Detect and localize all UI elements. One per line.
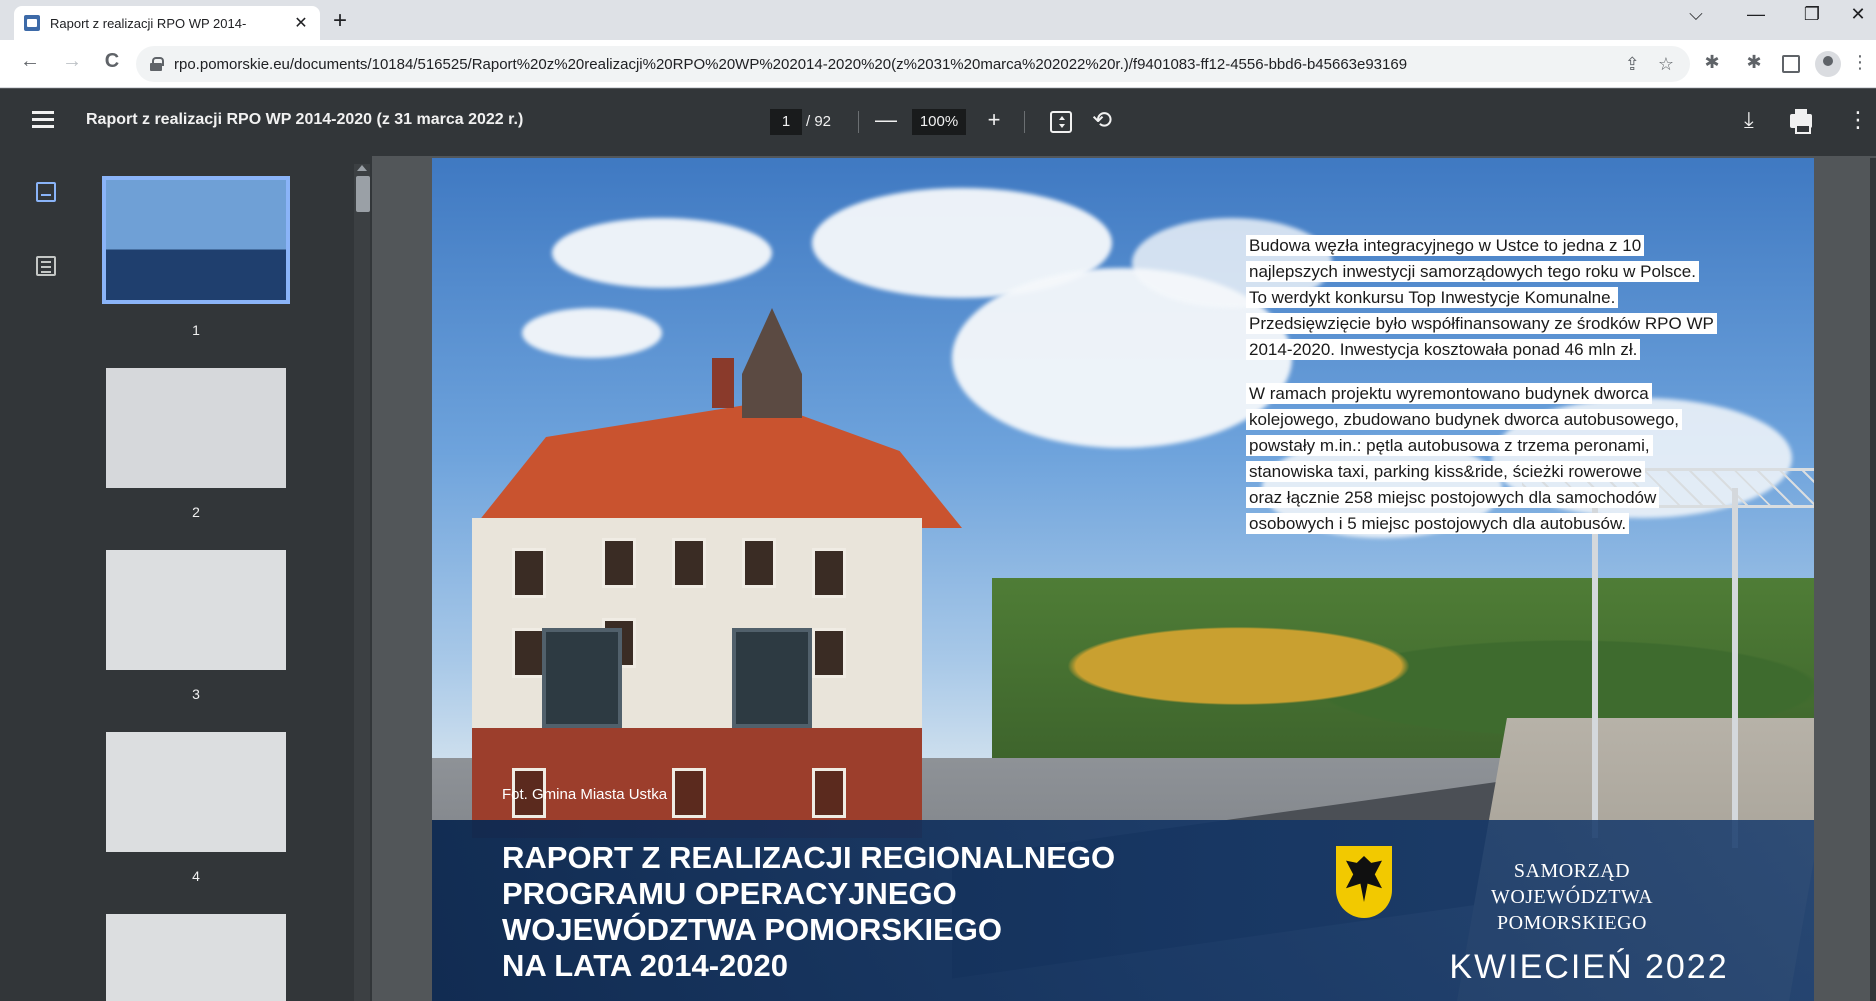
toolbar-divider xyxy=(858,111,859,133)
publication-date: KWIECIEŃ 2022 xyxy=(1449,948,1729,986)
pdf-toolbar: Raport z realizacji RPO WP 2014-2020 (z … xyxy=(0,89,1876,156)
sidebar-scrollbar[interactable] xyxy=(354,164,370,1001)
zoom-level-input[interactable]: 100% xyxy=(912,109,966,135)
url-text[interactable]: rpo.pomorskie.eu/documents/10184/516525/… xyxy=(174,56,1625,73)
zoom-out-button[interactable]: — xyxy=(874,107,898,133)
thumbnail-sidebar: 1 2 3 4 xyxy=(0,156,372,1001)
menu-icon[interactable] xyxy=(32,111,54,129)
page-total: / 92 xyxy=(806,113,832,130)
extension-icon[interactable]: ✱ xyxy=(1700,52,1724,73)
thumbnail-number: 3 xyxy=(192,686,200,702)
toolbar-divider xyxy=(1024,111,1025,133)
bookmark-star-icon[interactable]: ☆ xyxy=(1658,54,1674,75)
document-outline-icon[interactable] xyxy=(36,256,56,276)
investment-description: Budowa węzła integracyjnego w Ustce to j… xyxy=(1246,233,1766,555)
tab-title: Raport z realizacji RPO WP 2014- xyxy=(50,15,247,31)
pdf-favicon-icon xyxy=(24,15,40,31)
page-thumbnail-2[interactable] xyxy=(106,368,286,488)
tab-close-icon[interactable]: ✕ xyxy=(292,13,310,33)
reload-button[interactable]: C xyxy=(98,50,126,73)
page-number-input[interactable]: 1 xyxy=(770,109,802,135)
browser-tab[interactable]: Raport z realizacji RPO WP 2014- ✕ xyxy=(14,6,320,40)
more-options-icon[interactable]: ⋮ xyxy=(1847,107,1869,133)
thumbnail-number: 2 xyxy=(192,504,200,520)
restore-button[interactable]: ❐ xyxy=(1792,4,1832,25)
browser-menu-icon[interactable]: ⋮ xyxy=(1848,52,1872,73)
main-scrollbar[interactable] xyxy=(1870,158,1876,1001)
page-thumbnail-4[interactable] xyxy=(106,732,286,852)
thumbnails-view-icon[interactable] xyxy=(36,182,56,202)
tab-search-chevron-icon[interactable]: ⌵ xyxy=(1676,4,1716,25)
page-thumbnail-3[interactable] xyxy=(106,550,286,670)
thumbnail-list: 1 2 3 4 xyxy=(68,156,336,1001)
pomorskie-coat-of-arms-icon xyxy=(1336,846,1392,918)
photo-credit: Fot. Gmina Miasta Ustka xyxy=(502,786,668,803)
description-paragraph-2: W ramach projektu wyremontowano budynek … xyxy=(1246,381,1766,537)
tab-strip: Raport z realizacji RPO WP 2014- ✕ + ⌵ —… xyxy=(0,0,1876,40)
close-window-button[interactable]: ✕ xyxy=(1838,4,1876,25)
scroll-up-arrow-icon[interactable] xyxy=(357,165,367,171)
fit-to-page-icon[interactable] xyxy=(1050,111,1072,133)
download-icon[interactable]: ⤓ xyxy=(1744,107,1754,133)
thumbnail-number: 1 xyxy=(192,322,200,338)
share-icon[interactable]: ⇪ xyxy=(1625,54,1640,75)
address-bar: ← → C rpo.pomorskie.eu/documents/10184/5… xyxy=(0,40,1876,88)
profile-avatar[interactable] xyxy=(1815,51,1841,77)
description-paragraph-1: Budowa węzła integracyjnego w Ustce to j… xyxy=(1246,233,1766,363)
side-panel-icon[interactable] xyxy=(1782,55,1800,73)
page-thumbnail-1[interactable] xyxy=(102,176,290,304)
sidebar-scroll-thumb[interactable] xyxy=(356,176,370,212)
new-tab-button[interactable]: + xyxy=(326,8,354,36)
extensions-puzzle-icon[interactable]: ✱ xyxy=(1742,52,1766,73)
zoom-in-button[interactable]: + xyxy=(982,107,1006,133)
document-title: Raport z realizacji RPO WP 2014-2020 (z … xyxy=(86,111,524,128)
publisher-name: SAMORZĄD WOJEWÓDZTWA POMORSKIEGO xyxy=(1490,860,1654,934)
pdf-page: Budowa węzła integracyjnego w Ustce to j… xyxy=(432,158,1814,1001)
page-thumbnail-5[interactable] xyxy=(106,914,286,1001)
forward-button[interactable]: → xyxy=(58,50,86,73)
lock-icon[interactable] xyxy=(150,57,164,71)
back-button[interactable]: ← xyxy=(16,50,44,73)
print-icon[interactable] xyxy=(1790,109,1812,134)
thumbnail-number: 4 xyxy=(192,868,200,884)
report-title: RAPORT Z REALIZACJI REGIONALNEGO PROGRAM… xyxy=(502,840,1116,983)
minimize-button[interactable]: — xyxy=(1736,4,1776,25)
rotate-icon[interactable]: ⟲ xyxy=(1092,106,1112,135)
omnibox[interactable]: rpo.pomorskie.eu/documents/10184/516525/… xyxy=(136,46,1690,82)
